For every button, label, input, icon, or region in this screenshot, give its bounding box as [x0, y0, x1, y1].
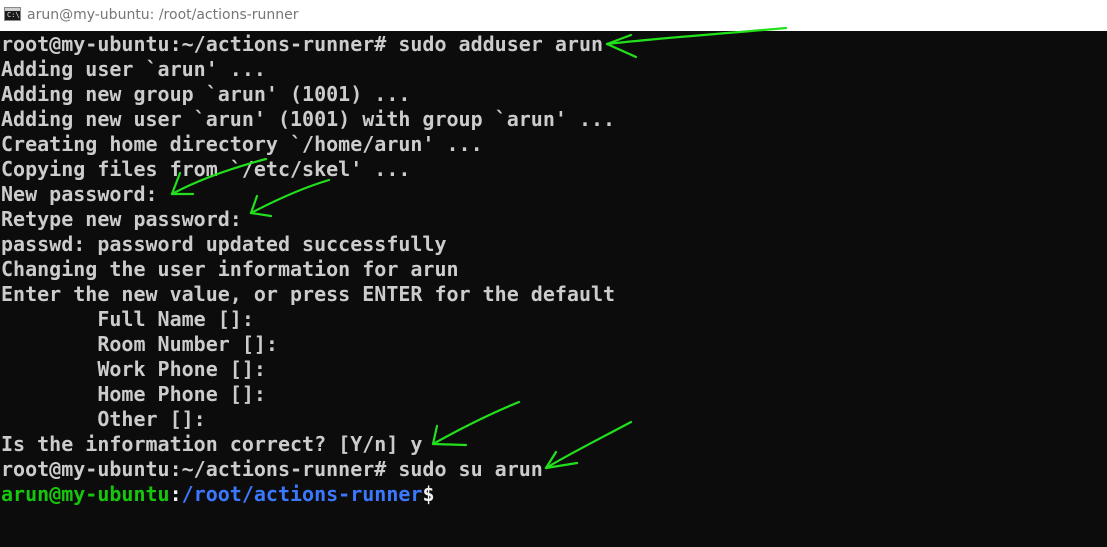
terminal-line: Copying files from `/etc/skel' ...: [1, 157, 411, 181]
window-title: arun@my-ubuntu: /root/actions-runner: [27, 7, 299, 23]
console-app-icon: C:\.: [4, 7, 24, 21]
terminal-line-full-name: Full Name []:: [1, 307, 254, 331]
terminal-line-new-password: New password:: [1, 182, 158, 206]
terminal-line: Changing the user information for arun: [1, 257, 459, 281]
terminal-line-other: Other []:: [1, 407, 206, 431]
prompt-separator: :: [169, 482, 182, 506]
terminal-line: Enter the new value, or press ENTER for …: [1, 282, 616, 306]
prompt-user-host: arun@my-ubuntu: [1, 482, 170, 506]
terminal-output[interactable]: root@my-ubuntu:~/actions-runner# sudo ad…: [0, 32, 1107, 547]
terminal-line: Creating home directory `/home/arun' ...: [1, 132, 483, 156]
terminal-line-retype-password: Retype new password:: [1, 207, 242, 231]
terminal-line: passwd: password updated successfully: [1, 232, 447, 256]
terminal-line-home-phone: Home Phone []:: [1, 382, 266, 406]
terminal-line-adduser-command: root@my-ubuntu:~/actions-runner# sudo ad…: [1, 32, 604, 56]
terminal-prompt[interactable]: arun@my-ubuntu:/root/actions-runner$: [1, 482, 435, 507]
terminal-line: Adding user `arun' ...: [1, 57, 266, 81]
terminal-line-room-number: Room Number []:: [1, 332, 278, 356]
title-bar[interactable]: C:\. arun@my-ubuntu: /root/actions-runne…: [0, 0, 1107, 31]
terminal-line-work-phone: Work Phone []:: [1, 357, 266, 381]
prompt-symbol: $: [422, 482, 435, 506]
terminal-line-su-command: root@my-ubuntu:~/actions-runner# sudo su…: [1, 457, 543, 481]
prompt-path: /root/actions-runner: [181, 482, 423, 506]
terminal-line: Adding new user `arun' (1001) with group…: [1, 107, 616, 131]
terminal-line: Adding new group `arun' (1001) ...: [1, 82, 411, 106]
terminal-window[interactable]: C:\. arun@my-ubuntu: /root/actions-runne…: [0, 0, 1107, 547]
terminal-line-confirm: Is the information correct? [Y/n] y: [1, 432, 423, 456]
